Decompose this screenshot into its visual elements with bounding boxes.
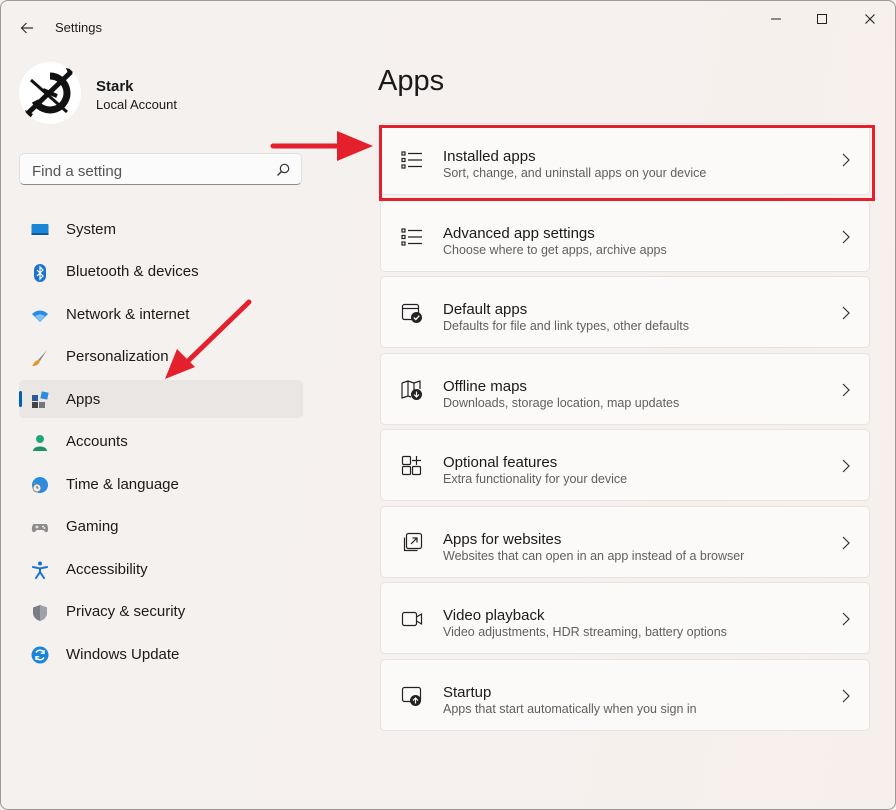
highlight-box-annotation <box>379 125 875 201</box>
settings-card-list: Installed apps Sort, change, and uninsta… <box>380 123 870 735</box>
apps-icon <box>32 391 49 408</box>
sidebar-nav: System Bluetooth & devices Network & int… <box>19 210 303 678</box>
card-startup[interactable]: Startup Apps that start automatically wh… <box>380 658 870 731</box>
sidebar-item-apps[interactable]: Apps <box>19 380 303 418</box>
sidebar-item-label: Network & internet <box>66 305 190 323</box>
gamepad-icon <box>31 523 49 532</box>
monitor-icon <box>31 224 49 235</box>
minimize-icon <box>771 18 781 20</box>
sidebar-item-network[interactable]: Network & internet <box>19 295 303 333</box>
update-icon <box>31 646 49 664</box>
card-subtitle: Websites that can open in an app instead… <box>443 548 745 563</box>
back-arrow-icon <box>20 22 33 34</box>
search-icon[interactable] <box>275 162 291 178</box>
back-button[interactable] <box>13 15 41 41</box>
person-icon <box>33 434 47 451</box>
sidebar-item-label: Privacy & security <box>66 603 186 620</box>
sidebar-item-label: Personalization <box>66 348 169 365</box>
accessibility-icon <box>32 561 48 579</box>
sidebar-item-windows-update[interactable]: Windows Update <box>19 635 303 673</box>
sidebar-item-label: Bluetooth & devices <box>66 263 199 280</box>
card-optional-features[interactable]: Optional features Extra functionality fo… <box>380 429 870 501</box>
sidebar-item-accessibility[interactable]: Accessibility <box>19 550 303 588</box>
window-title: Settings <box>55 20 102 35</box>
open-app-icon <box>403 532 423 551</box>
default-apps-icon <box>401 303 422 323</box>
card-title: Optional features <box>443 454 558 471</box>
card-default-apps[interactable]: Default apps Defaults for file and link … <box>380 276 870 348</box>
sidebar-item-accounts[interactable]: Accounts <box>19 423 303 461</box>
sidebar-item-label: System <box>66 220 117 238</box>
search-input[interactable] <box>30 160 274 182</box>
maximize-button[interactable] <box>799 9 845 29</box>
card-subtitle: Downloads, storage location, map updates <box>443 395 680 410</box>
chevron-right-icon <box>842 383 850 396</box>
chevron-right-icon <box>842 459 850 473</box>
sidebar-item-label: Apps <box>66 390 101 408</box>
card-apps-for-websites[interactable]: Apps for websites Websites that can open… <box>380 505 870 578</box>
card-advanced-app-settings[interactable]: Advanced app settings Choose where to ge… <box>380 199 870 272</box>
sidebar-item-label: Gaming <box>66 518 119 535</box>
profile-account-type: Local Account <box>96 97 177 112</box>
avatar-logo-icon <box>19 62 81 124</box>
list-settings-icon <box>401 227 422 246</box>
sidebar-item-label: Accounts <box>66 433 128 450</box>
card-title: Advanced app settings <box>443 224 595 242</box>
sidebar-item-gaming[interactable]: Gaming <box>19 508 303 546</box>
avatar[interactable] <box>19 62 81 124</box>
close-button[interactable] <box>847 9 893 29</box>
chevron-right-icon <box>842 536 850 549</box>
maximize-icon <box>817 14 827 24</box>
profile-name: Stark <box>96 78 134 95</box>
card-title: Video playback <box>443 607 545 624</box>
settings-window: Settings Stark Local Account Find a sett… <box>0 0 896 810</box>
card-title: Default apps <box>443 301 528 318</box>
chevron-right-icon <box>842 306 850 320</box>
card-subtitle: Choose where to get apps, archive apps <box>443 242 667 257</box>
sidebar-item-bluetooth[interactable]: Bluetooth & devices <box>19 253 303 291</box>
sidebar-item-privacy[interactable]: Privacy & security <box>19 593 303 631</box>
sidebar-item-label: Time & language <box>66 475 179 493</box>
globe-clock-icon <box>32 477 48 493</box>
video-camera-icon <box>401 611 423 627</box>
wifi-icon <box>32 310 48 322</box>
sidebar-item-personalization[interactable]: Personalization <box>19 338 303 376</box>
card-subtitle: Extra functionality for your device <box>443 472 628 486</box>
minimize-button[interactable] <box>753 9 799 29</box>
chevron-right-icon <box>842 689 850 702</box>
chevron-right-icon <box>842 612 850 626</box>
map-download-icon <box>401 379 422 400</box>
card-title: Offline maps <box>443 377 527 395</box>
card-title: Apps for websites <box>443 530 562 548</box>
add-grid-icon <box>401 455 422 476</box>
card-video-playback[interactable]: Video playback Video adjustments, HDR st… <box>380 582 870 654</box>
card-title: Startup <box>443 683 492 701</box>
card-subtitle: Defaults for file and link types, other … <box>443 319 689 333</box>
close-icon <box>865 14 875 24</box>
sidebar-item-label: Windows Update <box>66 645 180 663</box>
shield-icon <box>33 604 47 621</box>
startup-icon <box>401 686 422 706</box>
search-box[interactable] <box>19 153 302 185</box>
sidebar-item-system[interactable]: System <box>19 210 303 248</box>
paintbrush-icon <box>32 349 47 366</box>
card-subtitle: Video adjustments, HDR streaming, batter… <box>443 625 727 639</box>
bluetooth-icon <box>34 263 46 282</box>
chevron-right-icon <box>842 230 850 243</box>
sidebar-item-label: Accessibility <box>66 560 148 578</box>
card-offline-maps[interactable]: Offline maps Downloads, storage location… <box>380 352 870 425</box>
title-bar: Settings <box>1 1 895 55</box>
card-subtitle: Apps that start automatically when you s… <box>443 701 697 716</box>
sidebar-item-time-language[interactable]: Time & language <box>19 465 303 503</box>
page-title: Apps <box>378 65 445 97</box>
